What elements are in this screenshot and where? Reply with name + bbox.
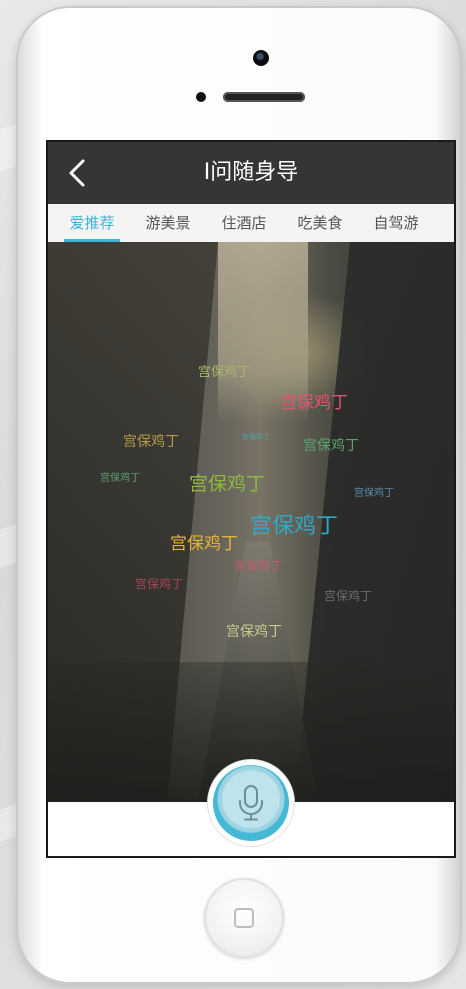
- earpiece-speaker: [223, 92, 305, 102]
- tab-food[interactable]: 吃美食: [288, 204, 352, 242]
- cloud-word[interactable]: 宫保鸡丁: [189, 469, 265, 496]
- cloud-word[interactable]: 宫保鸡丁: [250, 508, 338, 540]
- tab-self-drive[interactable]: 自驾游: [364, 204, 428, 242]
- cloud-word[interactable]: 宫保鸡丁: [242, 432, 270, 442]
- front-camera: [253, 50, 269, 66]
- app-screen: I问随身导 爱推荐 游美景 住酒店 吃美食 自驾游 宫保鸡丁 宫保鸡丁 宫保鸡丁…: [46, 140, 456, 858]
- cloud-word[interactable]: 宫保鸡丁: [170, 529, 238, 554]
- cloud-word[interactable]: 宫保鸡丁: [123, 431, 179, 451]
- voice-input-button[interactable]: [213, 765, 289, 841]
- home-button-icon: [234, 908, 254, 928]
- chevron-left-icon[interactable]: [66, 158, 88, 188]
- microphone-icon: [239, 785, 263, 821]
- cloud-word[interactable]: 宫保鸡丁: [100, 469, 140, 484]
- cloud-word[interactable]: 宫保鸡丁: [234, 557, 282, 574]
- cloud-word[interactable]: 宫保鸡丁: [135, 575, 183, 592]
- tab-recommend[interactable]: 爱推荐: [60, 204, 124, 242]
- word-cloud-area: 宫保鸡丁 宫保鸡丁 宫保鸡丁 宫保鸡丁 宫保鸡丁 宫保鸡丁 宫保鸡丁 宫保鸡丁 …: [48, 242, 454, 802]
- cloud-word[interactable]: 宫保鸡丁: [324, 587, 372, 604]
- cloud-word[interactable]: 宫保鸡丁: [226, 621, 282, 641]
- home-button[interactable]: [204, 878, 284, 958]
- navigation-bar: I问随身导: [48, 142, 454, 204]
- page-title: I问随身导: [203, 160, 299, 185]
- category-tabs: 爱推荐 游美景 住酒店 吃美食 自驾游: [48, 204, 454, 242]
- tab-scenery[interactable]: 游美景: [136, 204, 200, 242]
- cloud-word[interactable]: 宫保鸡丁: [198, 361, 250, 380]
- cloud-word[interactable]: 宫保鸡丁: [280, 388, 348, 413]
- proximity-sensor: [196, 92, 206, 102]
- cloud-word[interactable]: 宫保鸡丁: [354, 484, 394, 499]
- tab-hotel[interactable]: 住酒店: [212, 204, 276, 242]
- cloud-word[interactable]: 宫保鸡丁: [303, 435, 359, 455]
